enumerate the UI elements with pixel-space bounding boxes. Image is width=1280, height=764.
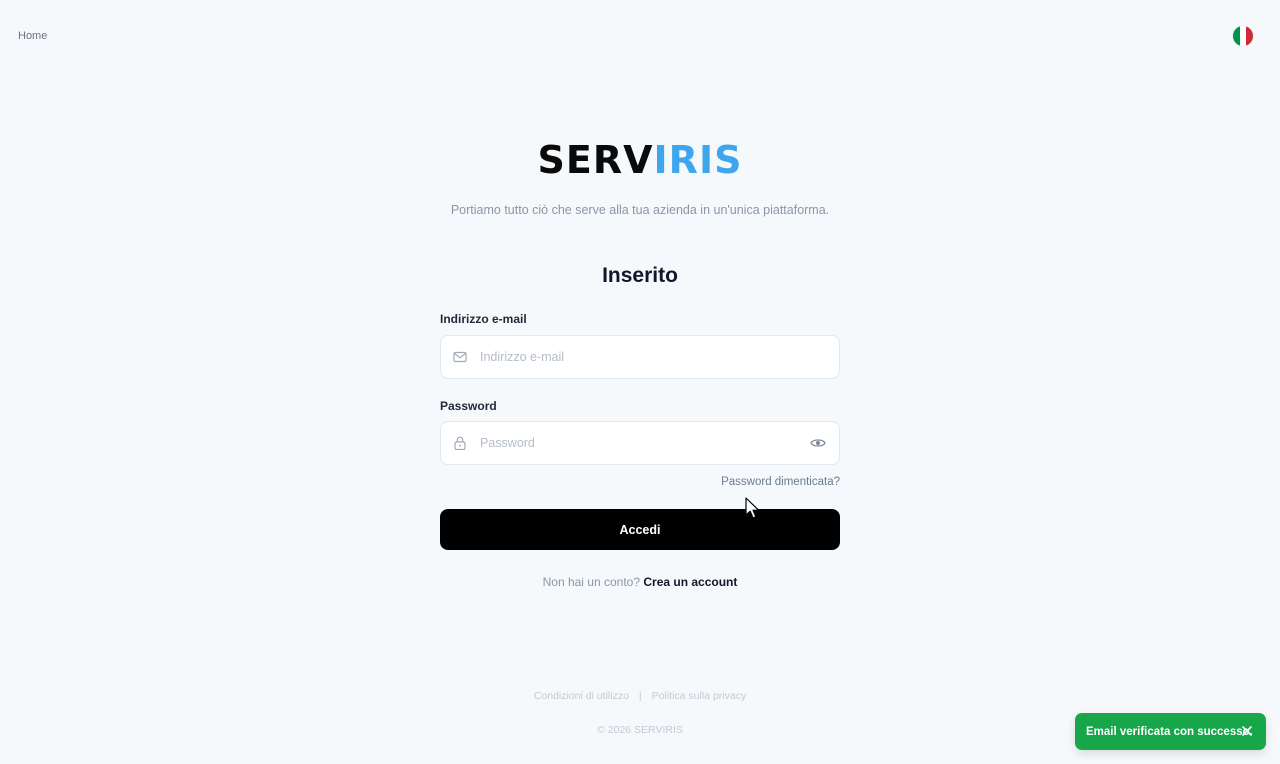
eye-icon[interactable] [810, 435, 826, 451]
mail-icon [453, 350, 467, 364]
serviris-logo: SERVIRIS [0, 138, 1280, 182]
form-title: Inserito [602, 264, 678, 287]
email-field-wrapper[interactable] [440, 335, 840, 379]
logo-part-iris: IRIS [653, 138, 743, 182]
login-button[interactable]: Accedi [440, 509, 840, 550]
terms-link[interactable]: Condizioni di utilizzo [534, 690, 629, 702]
email-label: Indirizzo e-mail [440, 312, 527, 326]
forgot-password-link[interactable]: Password dimenticata? [721, 476, 840, 488]
signup-prompt-text: Non hai un conto? [542, 575, 641, 589]
flag-red-stripe [1246, 26, 1253, 46]
home-link[interactable]: Home [18, 30, 47, 42]
italian-flag-language-icon[interactable] [1233, 26, 1253, 46]
flag-green-stripe [1233, 26, 1240, 46]
tagline: Portiamo tutto ciò che serve alla tua az… [450, 203, 830, 217]
flag-white-stripe [1239, 26, 1247, 46]
create-account-link[interactable]: Crea un account [643, 575, 737, 589]
lock-icon [453, 436, 467, 450]
close-icon[interactable] [1240, 724, 1254, 738]
email-input[interactable] [480, 336, 839, 378]
password-input[interactable] [480, 422, 810, 464]
password-field-wrapper[interactable] [440, 421, 840, 465]
password-label: Password [440, 399, 497, 413]
privacy-link[interactable]: Politica sulla privacy [652, 690, 747, 702]
mouse-cursor-icon [745, 497, 760, 519]
signup-prompt: Non hai un conto? Crea un account [0, 575, 1280, 589]
success-toast: Email verificata con successo. [1075, 713, 1266, 750]
logo-part-serv: SERV [537, 138, 654, 182]
footer-links: Condizioni di utilizzo | Politica sulla pr… [0, 690, 1280, 702]
toast-message: Email verificata con successo. [1086, 725, 1253, 738]
footer-separator: | [638, 690, 642, 702]
